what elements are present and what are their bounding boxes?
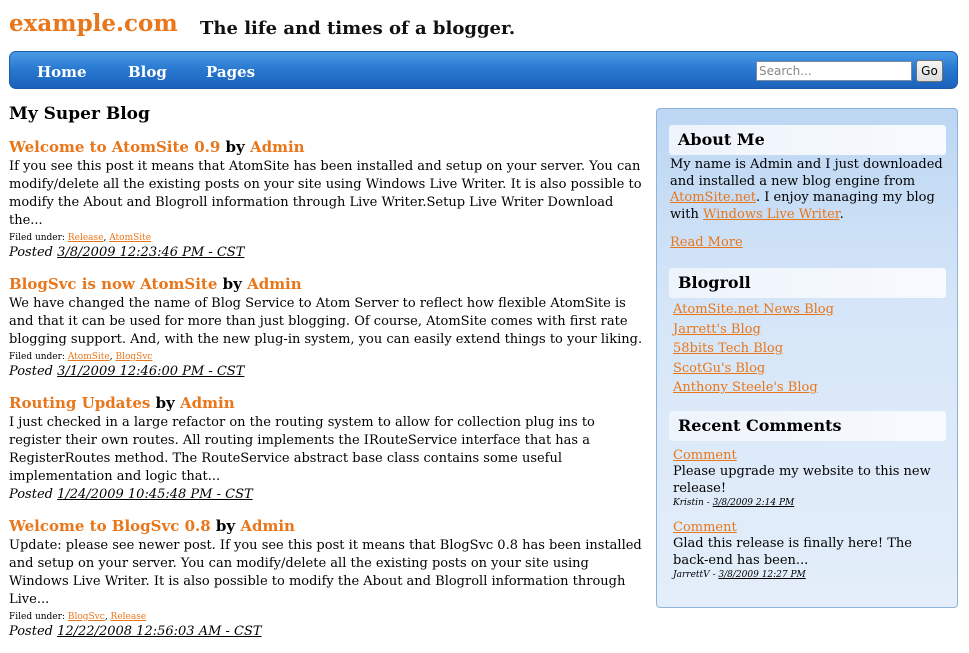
comment-date: 3/8/2009 2:14 PM	[712, 498, 795, 508]
comment-author: Kristin	[673, 498, 704, 508]
post-excerpt: If you see this post it means that AtomS…	[9, 159, 642, 228]
comment-date: 3/8/2009 12:27 PM	[718, 570, 806, 580]
blogroll-item: Anthony Steele's Blog	[673, 378, 834, 398]
post-author-link[interactable]: Admin	[247, 275, 302, 293]
comment-item: Comment Please upgrade my website to thi…	[673, 444, 945, 509]
post-author-link[interactable]: Admin	[240, 517, 295, 535]
post-date: 1/24/2009 10:45:48 PM - CST	[57, 487, 253, 502]
posted-label: Posted	[9, 624, 53, 639]
sidebar: About Me My name is Admin and I just dow…	[656, 108, 958, 608]
filed-under: Filed under: BlogSvc, Release	[9, 612, 147, 622]
about-heading: About Me	[669, 125, 946, 155]
blogroll-item: AtomSite.net News Blog	[673, 300, 834, 320]
comment-meta: Kristin - 3/8/2009 2:14 PM	[673, 498, 795, 508]
post-title-link[interactable]: Welcome to AtomSite 0.9	[9, 138, 220, 156]
search-go-button[interactable]: Go	[916, 60, 943, 82]
post-title: Welcome to BlogSvc 0.8 by Admin	[9, 516, 649, 536]
post-author-link[interactable]: Admin	[250, 138, 305, 156]
blogroll-item: 58bits Tech Blog	[673, 339, 834, 359]
post: Welcome to BlogSvc 0.8 by Admin Update: …	[9, 516, 649, 641]
page-title: My Super Blog	[9, 104, 150, 124]
blogroll-item: ScotGu's Blog	[673, 359, 834, 379]
post-excerpt: I just checked in a large refactor on th…	[9, 415, 595, 484]
main-content: My Super Blog Welcome to AtomSite 0.9 by…	[9, 104, 649, 653]
post-date: 3/8/2009 12:23:46 PM - CST	[57, 245, 245, 260]
blogroll-link[interactable]: Jarrett's Blog	[673, 322, 761, 337]
site-header: example.com The life and times of a blog…	[0, 0, 969, 50]
by-label: by	[225, 138, 245, 156]
comment-item: Comment Glad this release is finally her…	[673, 516, 945, 581]
comment-text: Please upgrade my website to this new re…	[673, 464, 931, 496]
about-text-part: My name is Admin and I just downloaded a…	[670, 157, 943, 189]
filed-under: Filed under: Release, AtomSite	[9, 233, 152, 243]
recent-comments-list: Comment Please upgrade my website to thi…	[673, 444, 945, 588]
post: Routing Updates by Admin I just checked …	[9, 393, 649, 504]
tag-link[interactable]: AtomSite	[68, 352, 110, 362]
posted-date: Posted 12/22/2008 12:56:03 AM - CST	[9, 623, 649, 641]
post-title: Welcome to AtomSite 0.9 by Admin	[9, 137, 649, 157]
atomsite-link[interactable]: AtomSite.net	[670, 190, 756, 205]
tag-link[interactable]: BlogSvc	[68, 612, 105, 622]
post-excerpt: Update: please see newer post. If you se…	[9, 538, 642, 607]
post-title: BlogSvc is now AtomSite by Admin	[9, 274, 649, 294]
comment-link[interactable]: Comment	[673, 448, 737, 463]
blogroll-list: AtomSite.net News Blog Jarrett's Blog 58…	[673, 300, 834, 398]
blogroll-link[interactable]: AtomSite.net News Blog	[673, 302, 834, 317]
search-input[interactable]	[756, 61, 912, 81]
posted-label: Posted	[9, 245, 53, 260]
tag-link[interactable]: BlogSvc	[115, 352, 152, 362]
tag-link[interactable]: Release	[111, 612, 147, 622]
windows-live-writer-link[interactable]: Windows Live Writer	[703, 207, 840, 222]
about-text: My name is Admin and I just downloaded a…	[670, 157, 950, 223]
nav-home[interactable]: Home	[37, 63, 87, 81]
posted-date: Posted 1/24/2009 10:45:48 PM - CST	[9, 486, 649, 504]
filed-label: Filed under:	[9, 352, 65, 362]
post: BlogSvc is now AtomSite by Admin We have…	[9, 274, 649, 381]
post-title-link[interactable]: Routing Updates	[9, 394, 150, 412]
about-text-part: .	[839, 206, 844, 222]
post-title: Routing Updates by Admin	[9, 393, 649, 413]
tag-link[interactable]: Release	[68, 233, 104, 243]
by-label: by	[222, 275, 242, 293]
filed-under: Filed under: AtomSite, BlogSvc	[9, 352, 153, 362]
blogroll-item: Jarrett's Blog	[673, 320, 834, 340]
tag-link[interactable]: AtomSite	[109, 233, 151, 243]
by-label: by	[155, 394, 175, 412]
comment-author: JarrettV	[673, 570, 710, 580]
comment-meta: JarrettV - 3/8/2009 12:27 PM	[673, 570, 806, 580]
post-excerpt: We have changed the name of Blog Service…	[9, 296, 643, 347]
blogroll-link[interactable]: Anthony Steele's Blog	[673, 380, 818, 395]
posted-label: Posted	[9, 364, 53, 379]
post-title-link[interactable]: Welcome to BlogSvc 0.8	[9, 517, 211, 535]
posted-date: Posted 3/1/2009 12:46:00 PM - CST	[9, 363, 649, 381]
post-author-link[interactable]: Admin	[180, 394, 235, 412]
posted-date: Posted 3/8/2009 12:23:46 PM - CST	[9, 244, 649, 262]
nav-blog[interactable]: Blog	[128, 63, 167, 81]
recent-comments-heading: Recent Comments	[669, 411, 946, 441]
read-more-link[interactable]: Read More	[670, 235, 743, 250]
site-title-link[interactable]: example.com	[9, 10, 178, 37]
filed-label: Filed under:	[9, 233, 65, 243]
comment-link[interactable]: Comment	[673, 520, 737, 535]
post-title-link[interactable]: BlogSvc is now AtomSite	[9, 275, 217, 293]
blogroll-link[interactable]: ScotGu's Blog	[673, 361, 765, 376]
filed-label: Filed under:	[9, 612, 65, 622]
blogroll-link[interactable]: 58bits Tech Blog	[673, 341, 783, 356]
comment-text: Glad this release is finally here! The b…	[673, 536, 912, 568]
posted-label: Posted	[9, 487, 53, 502]
blogroll-heading: Blogroll	[669, 268, 946, 298]
post-date: 3/1/2009 12:46:00 PM - CST	[57, 364, 245, 379]
nav-pages[interactable]: Pages	[206, 63, 255, 81]
site-tagline: The life and times of a blogger.	[200, 18, 516, 39]
nav-bar: Home Blog Pages Go	[9, 51, 958, 89]
post-date: 12/22/2008 12:56:03 AM - CST	[57, 624, 262, 639]
by-label: by	[215, 517, 236, 535]
post: Welcome to AtomSite 0.9 by Admin If you …	[9, 137, 649, 262]
